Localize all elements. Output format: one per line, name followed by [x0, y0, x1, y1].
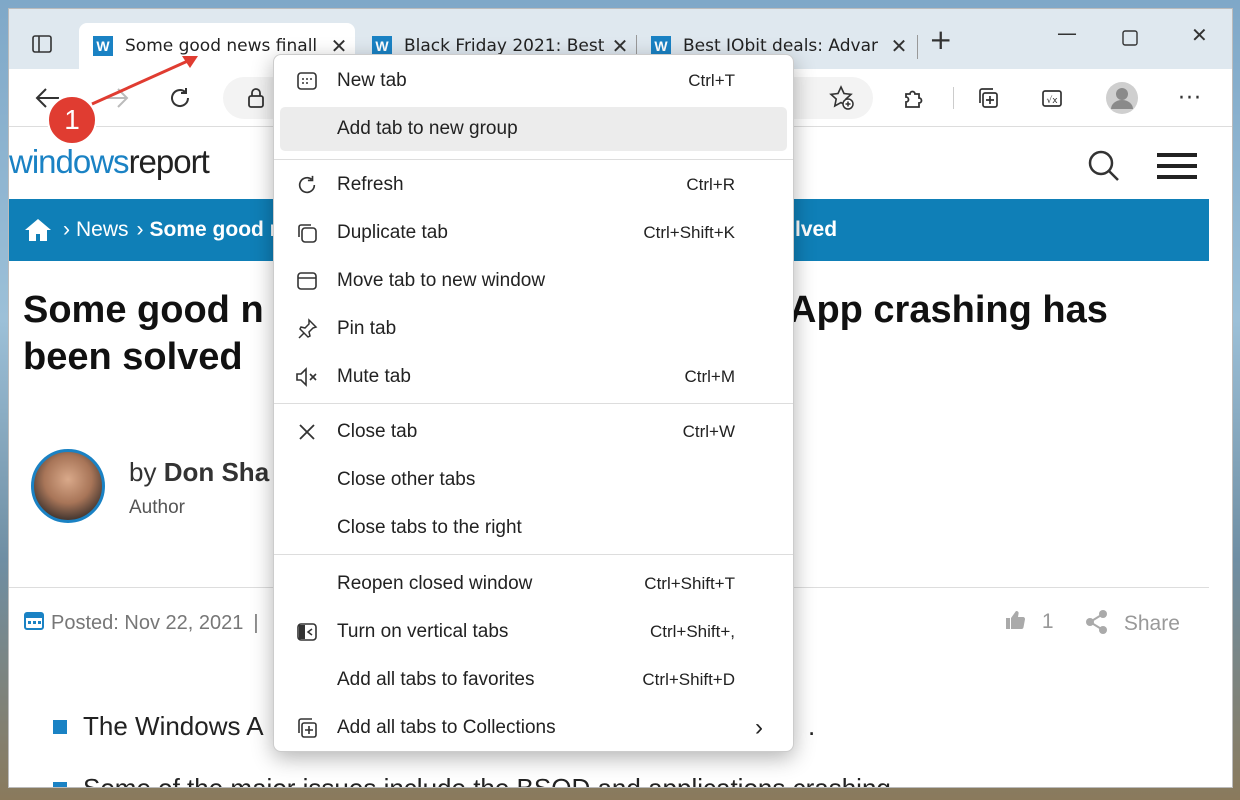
menu-item-close-tabs-to-the-right[interactable]: Close tabs to the right: [280, 506, 787, 550]
menu-item-shortcut: Ctrl+Shift+K: [643, 223, 735, 242]
menu-item-add-tab-to-new-group[interactable]: Add tab to new group: [280, 107, 787, 151]
refresh-icon: [294, 174, 320, 196]
window-icon: [294, 270, 320, 292]
duplicate-icon: [294, 222, 320, 244]
menu-item-label: New tab: [337, 70, 407, 91]
menu-item-mute-tab[interactable]: Mute tab Ctrl+M: [280, 355, 787, 399]
menu-divider: [274, 403, 793, 404]
menu-item-shortcut: Ctrl+R: [686, 175, 735, 194]
chevron-right-icon: ›: [755, 714, 763, 741]
menu-item-label: Duplicate tab: [337, 222, 448, 243]
menu-item-reopen-closed-window[interactable]: Reopen closed window Ctrl+Shift+T: [280, 562, 787, 606]
menu-item-label: Refresh: [337, 174, 404, 195]
menu-item-label: Turn on vertical tabs: [337, 621, 509, 642]
menu-item-label: Add tab to new group: [337, 118, 518, 139]
menu-item-label: Move tab to new window: [337, 270, 546, 291]
menu-item-shortcut: Ctrl+Shift+T: [644, 574, 735, 593]
menu-divider: [274, 554, 793, 555]
menu-divider: [274, 159, 793, 160]
menu-item-shortcut: Ctrl+T: [688, 71, 735, 90]
collections-icon: [294, 716, 320, 740]
menu-item-label: Reopen closed window: [337, 573, 533, 594]
menu-item-turn-on-vertical-tabs[interactable]: Turn on vertical tabs Ctrl+Shift+,: [280, 610, 787, 654]
menu-item-label: Add all tabs to Collections: [337, 717, 556, 738]
menu-item-pin-tab[interactable]: Pin tab: [280, 307, 787, 351]
menu-item-label: Add all tabs to favorites: [337, 669, 535, 690]
menu-item-label: Close other tabs: [337, 469, 476, 490]
menu-item-close-other-tabs[interactable]: Close other tabs: [280, 458, 787, 502]
pin-icon: [294, 318, 320, 340]
menu-item-move-tab-to-new-window[interactable]: Move tab to new window: [280, 259, 787, 303]
menu-item-shortcut: Ctrl+W: [682, 422, 735, 441]
menu-item-label: Close tabs to the right: [337, 517, 522, 538]
callout-badge-1: 1: [47, 95, 97, 145]
menu-item-refresh[interactable]: Refresh Ctrl+R: [280, 163, 787, 207]
menu-item-label: Close tab: [337, 421, 418, 442]
menu-item-shortcut: Ctrl+M: [684, 367, 735, 386]
tab-context-menu: New tab Ctrl+T Add tab to new group Refr…: [273, 54, 794, 752]
menu-item-duplicate-tab[interactable]: Duplicate tab Ctrl+Shift+K: [280, 211, 787, 255]
vertical-tabs-icon: [294, 621, 320, 643]
menu-item-close-tab[interactable]: Close tab Ctrl+W: [280, 410, 787, 454]
menu-item-add-all-tabs-to-favorites[interactable]: Add all tabs to favorites Ctrl+Shift+D: [280, 658, 787, 702]
menu-item-new-tab[interactable]: New tab Ctrl+T: [280, 59, 787, 103]
close-icon: [294, 422, 320, 442]
menu-item-label: Pin tab: [337, 318, 397, 339]
menu-item-label: Mute tab: [337, 366, 411, 387]
new-tab-icon: [294, 70, 320, 92]
mute-icon: [294, 366, 320, 388]
menu-item-shortcut: Ctrl+Shift+,: [649, 622, 735, 641]
menu-item-add-all-tabs-to-collections[interactable]: Add all tabs to Collections ›: [280, 706, 787, 750]
menu-item-shortcut: Ctrl+Shift+D: [642, 670, 735, 689]
